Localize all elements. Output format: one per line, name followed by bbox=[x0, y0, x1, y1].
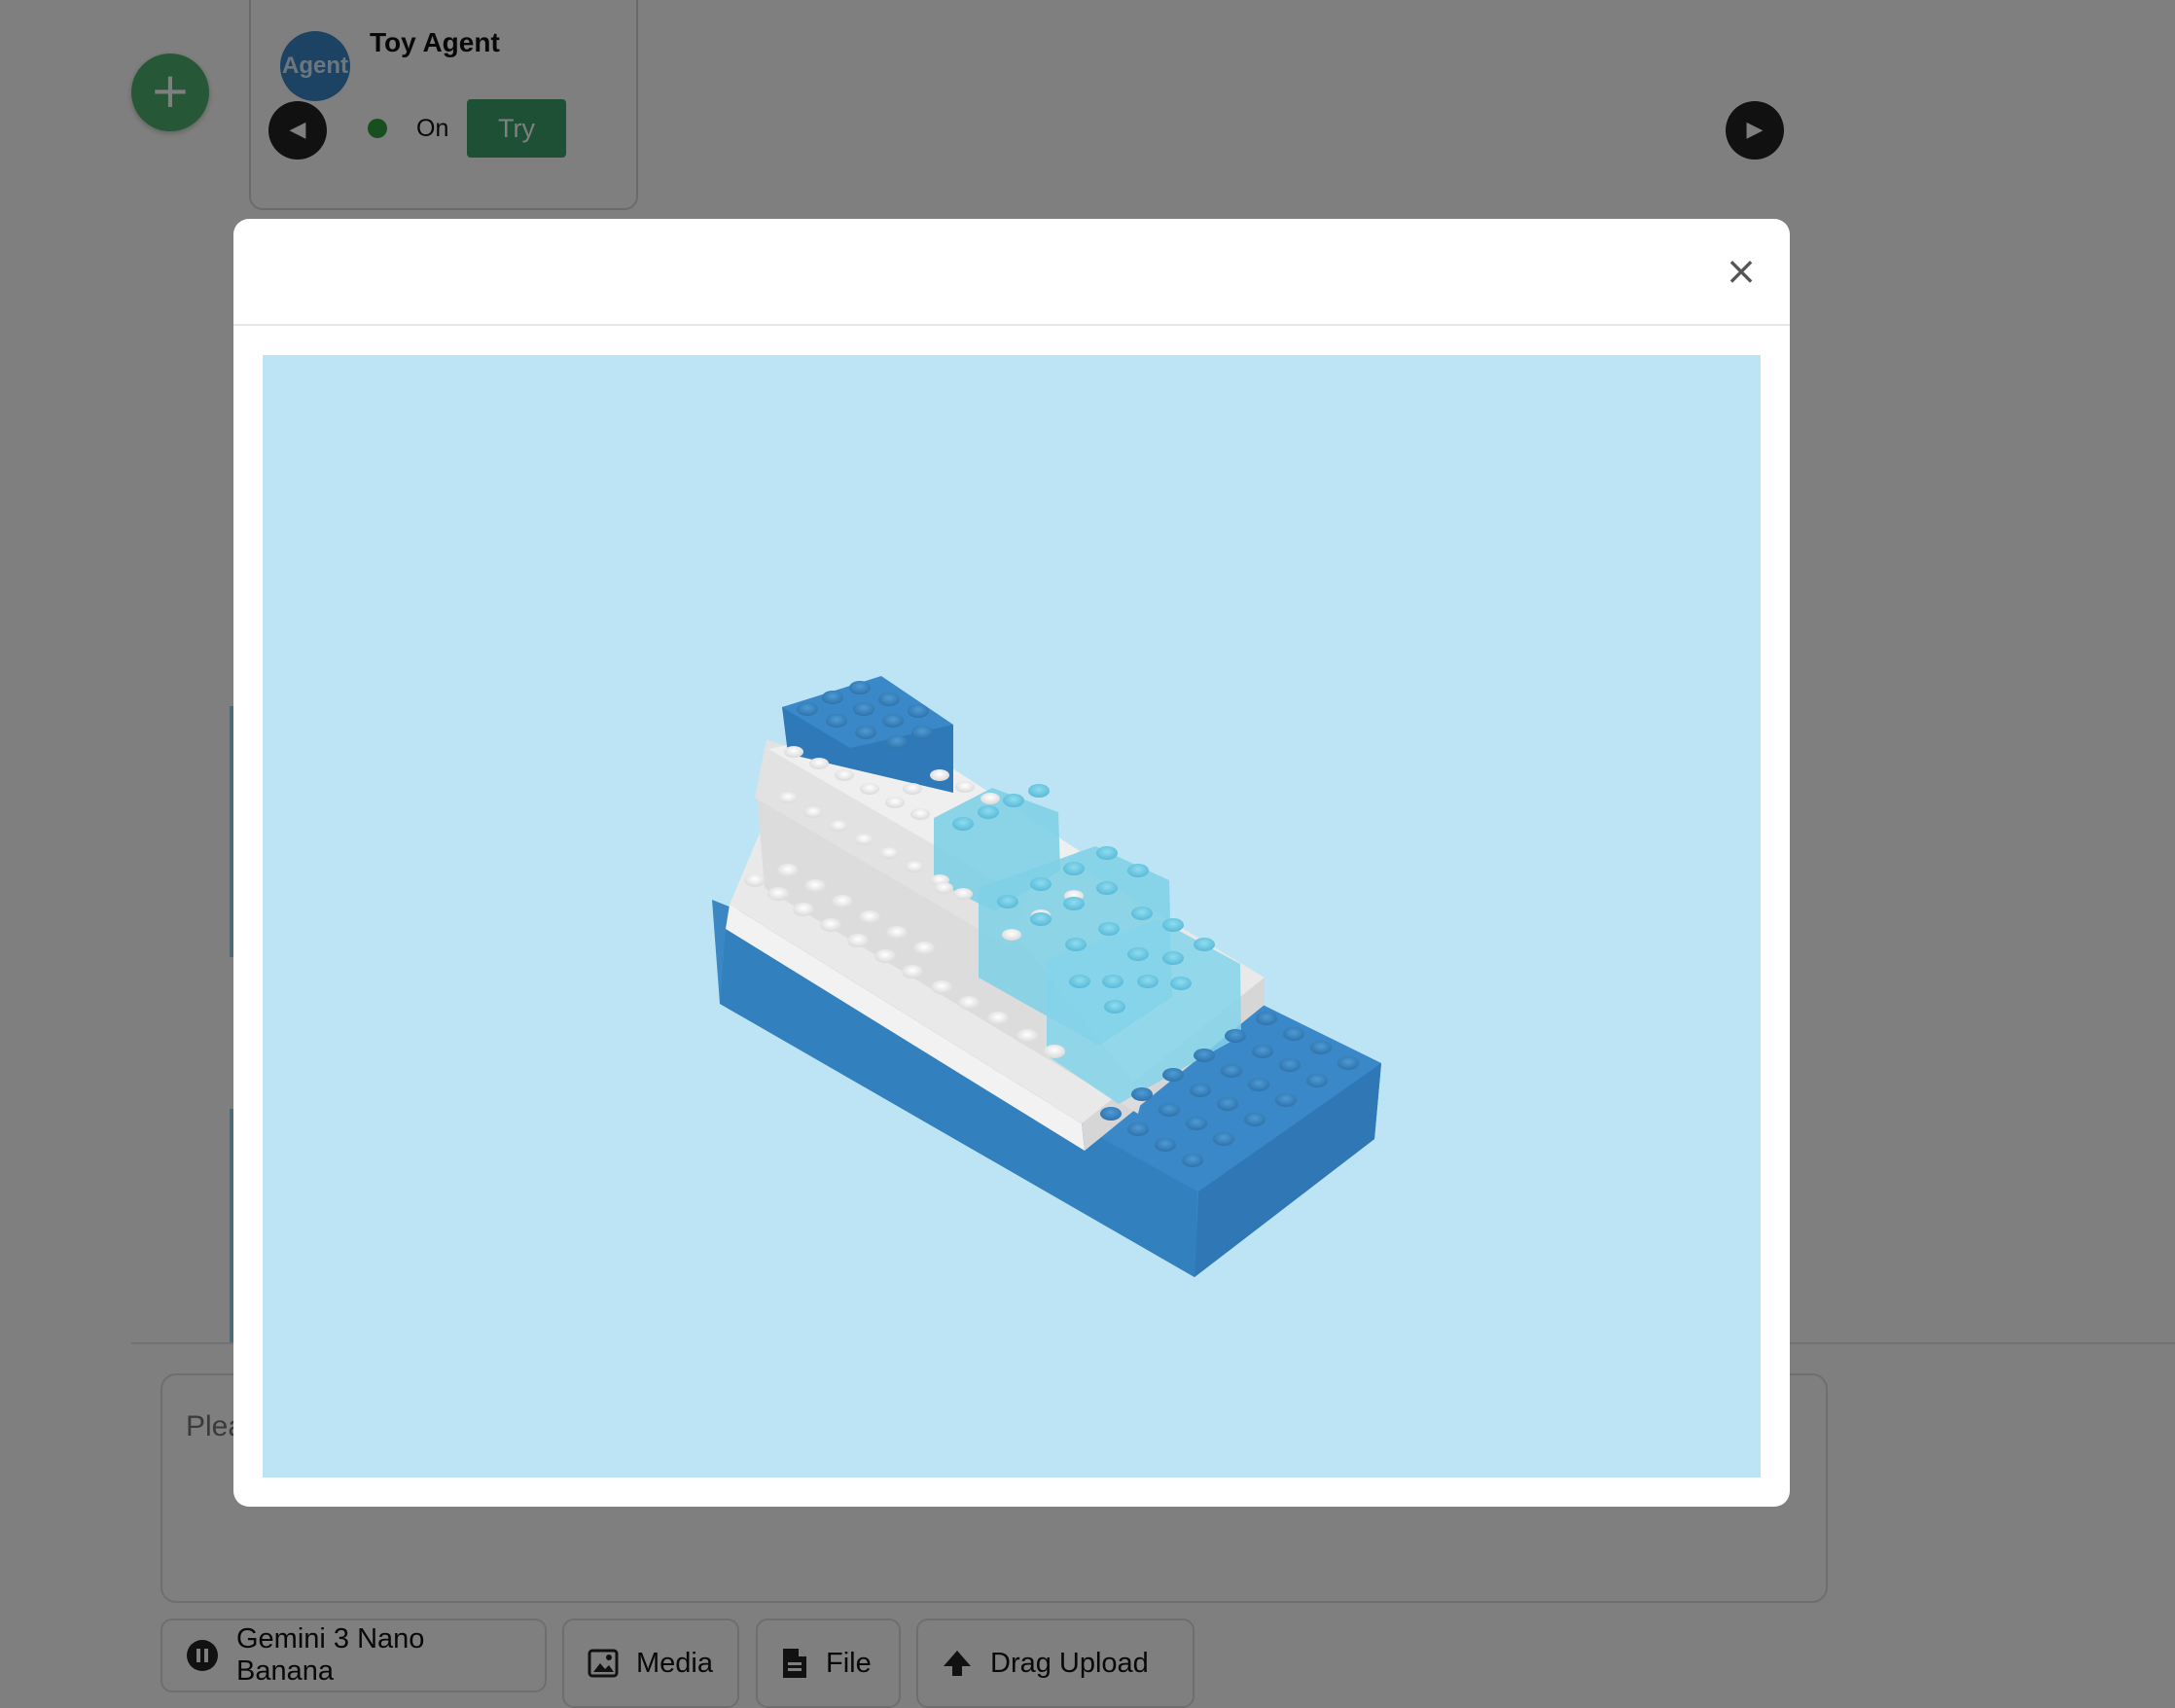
preview-image bbox=[263, 355, 1761, 1477]
modal-header: × bbox=[233, 219, 1790, 326]
image-preview-modal: × bbox=[233, 219, 1790, 1507]
close-icon[interactable]: × bbox=[1722, 252, 1761, 291]
lego-boat-illustration bbox=[712, 676, 1381, 1277]
